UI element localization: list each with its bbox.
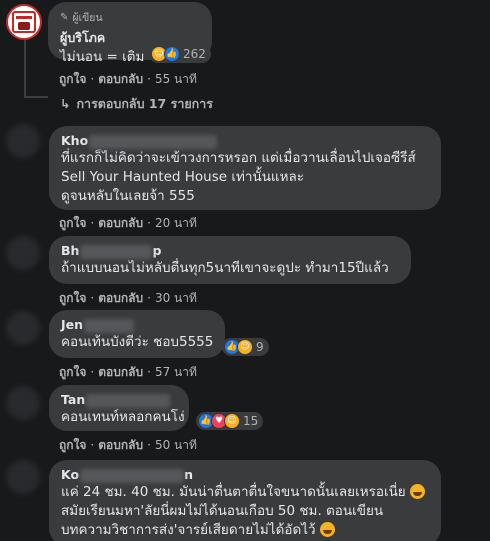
comment-author[interactable]: Kho (61, 133, 429, 149)
comment-actions: ถูกใจ · ตอบกลับ · 55 นาที (59, 70, 197, 89)
comment-text-line: คอนเทนท์หลอกคนโง่ (61, 408, 185, 425)
comment-bubble: Ko n แค่ 24 ชม. 40 ชม. มันน่าตื่นตาตื่นใจ… (49, 460, 441, 541)
comment-bubble: Tan คอนเทนท์หลอกคนโง่ (49, 385, 189, 431)
haha-reaction-icon: ☺ (224, 413, 240, 429)
separator: · (90, 291, 95, 305)
separator: · (90, 438, 95, 452)
author-name-redaction (80, 244, 153, 259)
comment-bubble: Jen คอนเท้นบังตีว่ะ ชอบ5555 (49, 310, 225, 358)
commenter-avatar[interactable] (6, 311, 40, 345)
comment-author[interactable]: Jen (61, 317, 213, 333)
comment-bubble: Bh p ถ้าแบบนอนไม่หลับตื่นทุก5นาทีเขาจะดูป… (49, 236, 411, 284)
separator: · (90, 216, 95, 230)
timestamp[interactable]: 50 นาที (155, 438, 197, 452)
comment-text-line: ดูจนหลับในเลยจ้า 555 (61, 187, 195, 204)
like-button[interactable]: ถูกใจ (59, 216, 86, 230)
comment-text-line: คอนเท้นบังตีว่ะ ชอบ5555 (61, 333, 214, 350)
view-replies-link[interactable]: ↳ การตอบกลับ 17 รายการ (60, 94, 213, 114)
commenter-avatar[interactable] (6, 386, 40, 420)
comment-author[interactable]: Bh p (61, 243, 399, 259)
reply-button[interactable]: ตอบกลับ (98, 438, 143, 452)
comment-actions: ถูกใจ · ตอบกลับ · 50 นาที (59, 436, 197, 455)
like-button[interactable]: ถูกใจ (59, 291, 86, 305)
author-name-redaction (84, 318, 135, 333)
author-name-visible: Jen (61, 317, 84, 332)
timestamp[interactable]: 57 นาที (155, 365, 197, 379)
author-name-redaction (86, 393, 171, 408)
separator: · (147, 72, 151, 86)
separator: · (147, 438, 151, 452)
reply-button[interactable]: ตอบกลับ (98, 216, 143, 230)
comment-actions: ถูกใจ · ตอบกลับ · 30 นาที (59, 289, 197, 308)
comment-author[interactable]: Ko n (61, 467, 429, 483)
thread-connector (24, 40, 26, 98)
comment-author[interactable]: Tan (61, 392, 177, 408)
thread-connector-hook (24, 96, 48, 98)
author-avatar[interactable] (6, 4, 42, 40)
comment-bubble: Kho ที่แรกก็ไม่คิดว่าจะเข้าวงการหรอก แต่… (49, 126, 441, 210)
comment-text-line: สมัยเรียนมหา'ลัยนี่ผมไม่ได้นอนเกือบ 50 ช… (61, 502, 384, 519)
laughing-emoji-icon (410, 483, 426, 499)
author-name-redaction (89, 134, 218, 149)
like-button[interactable]: ถูกใจ (59, 365, 86, 379)
pen-icon: ✎ (60, 12, 69, 23)
page-logo (12, 11, 36, 33)
view-replies-label: การตอบกลับ 17 รายการ (76, 96, 213, 111)
haha-reaction-icon: ☺ (237, 339, 253, 355)
comment-text-line: ที่แรกก็ไม่คิดว่าจะเข้าวงการหรอก แต่เมื่… (61, 149, 416, 166)
reply-button[interactable]: ตอบกลับ (98, 72, 143, 86)
reply-button[interactable]: ตอบกลับ (98, 291, 143, 305)
separator: · (90, 72, 95, 86)
comment-text-line: แค่ 24 ชม. 40 ชม. มันน่าตื่นตาตื่นใจขนาด… (61, 483, 429, 502)
reply-arrow-icon: ↳ (60, 96, 71, 111)
comment-actions: ถูกใจ · ตอบกลับ · 57 นาที (59, 363, 197, 382)
timestamp[interactable]: 55 นาที (155, 72, 197, 86)
separator: · (147, 216, 151, 230)
reaction-summary[interactable]: ☺ 👍 262 (149, 45, 211, 63)
author-name-visible: Bh (61, 243, 80, 258)
author-badge-label: ผู้เขียน (72, 12, 103, 24)
like-button[interactable]: ถูกใจ (59, 72, 86, 86)
comment-text-line: ถ้าแบบนอนไม่หลับตื่นทุก5นาทีเขาจะดูปะ ทำ… (61, 259, 389, 276)
separator: · (147, 291, 151, 305)
author-name-visible: Ko (61, 467, 80, 482)
author-name-visible: Kho (61, 133, 89, 148)
comment-text-segment: แค่ 24 ชม. 40 ชม. มันน่าตื่นตาตื่นใจขนาด… (61, 483, 406, 500)
commenter-avatar[interactable] (6, 124, 40, 158)
author-name-redaction (80, 468, 185, 483)
author-name-visible-tail: p (152, 243, 162, 258)
reaction-summary[interactable]: 👍 ♥ ☺ 15 (196, 412, 264, 430)
comment-text-line: บทความวิชาการส่ง'จารย์เสียดายไม่ได้อัดไว… (61, 521, 429, 540)
timestamp[interactable]: 20 นาที (155, 216, 197, 230)
commenter-avatar[interactable] (6, 460, 40, 494)
reaction-summary[interactable]: 👍 ☺ 9 (222, 338, 269, 356)
comment-text-line: Sell Your Haunted House เท่านั้นแหละ (61, 168, 305, 185)
author-name-visible: Tan (61, 392, 86, 407)
author-name-visible-tail: n (184, 467, 193, 482)
commenter-avatar[interactable] (6, 236, 40, 270)
comment-actions: ถูกใจ · ตอบกลับ · 20 นาที (59, 214, 197, 233)
like-reaction-icon: 👍 (164, 46, 180, 62)
reaction-count: 9 (256, 340, 264, 354)
reaction-count: 15 (243, 414, 259, 428)
reply-button[interactable]: ตอบกลับ (98, 365, 143, 379)
author-badge: ✎ ผู้เขียน (60, 9, 200, 26)
comment-text-segment: บทความวิชาการส่ง'จารย์เสียดายไม่ได้อัดไว… (61, 521, 316, 538)
reaction-count: 262 (183, 47, 206, 61)
separator: · (147, 365, 151, 379)
laughing-emoji-icon (319, 521, 335, 537)
separator: · (90, 365, 95, 379)
timestamp[interactable]: 30 นาที (155, 291, 197, 305)
like-button[interactable]: ถูกใจ (59, 438, 86, 452)
